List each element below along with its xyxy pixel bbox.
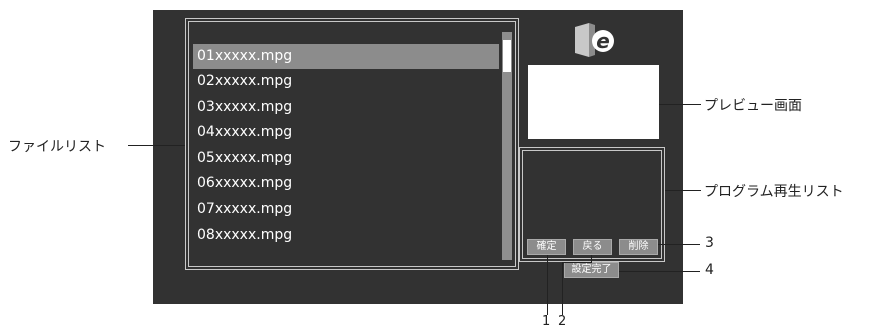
svg-text:e: e — [596, 29, 610, 53]
file-item-7[interactable]: 07xxxxx.mpg — [193, 197, 499, 222]
file-item-6[interactable]: 06xxxxx.mpg — [193, 171, 499, 196]
confirm-callout-line — [547, 255, 548, 315]
file-item-2[interactable]: 02xxxxx.mpg — [193, 69, 499, 94]
confirm-button[interactable]: 確定 — [527, 239, 566, 255]
file-item-1[interactable]: 01xxxxx.mpg — [193, 44, 499, 69]
callout-number-2: 2 — [558, 314, 567, 329]
callout-number-1: 1 — [542, 314, 551, 329]
preview-window — [528, 65, 659, 139]
playlist-callout-line — [665, 190, 701, 191]
file-list-callout: ファイルリスト — [8, 139, 106, 155]
file-item-8[interactable]: 08xxxxx.mpg — [193, 223, 499, 248]
e-logo-icon: e — [575, 23, 614, 57]
preview-callout-line — [659, 104, 701, 105]
file-list-scroll-thumb[interactable] — [503, 40, 511, 72]
file-item-4[interactable]: 04xxxxx.mpg — [193, 120, 499, 145]
playlist-callout: プログラム再生リスト — [704, 184, 844, 200]
preview-callout: プレビュー画面 — [704, 98, 802, 114]
file-item-5[interactable]: 05xxxxx.mpg — [193, 146, 499, 171]
back-callout-line-b — [562, 262, 592, 263]
callout-number-4: 4 — [705, 262, 714, 278]
file-item-3[interactable]: 03xxxxx.mpg — [193, 95, 499, 120]
delete-callout-line — [658, 244, 700, 245]
callout-number-3: 3 — [705, 235, 714, 251]
setup-done-callout-line — [619, 271, 700, 272]
file-list-callout-line — [128, 145, 185, 146]
delete-button[interactable]: 削除 — [619, 239, 658, 255]
back-callout-line-c — [562, 262, 563, 315]
setup-done-button[interactable]: 設定完了 — [564, 262, 619, 278]
back-button[interactable]: 戻る — [573, 239, 612, 255]
